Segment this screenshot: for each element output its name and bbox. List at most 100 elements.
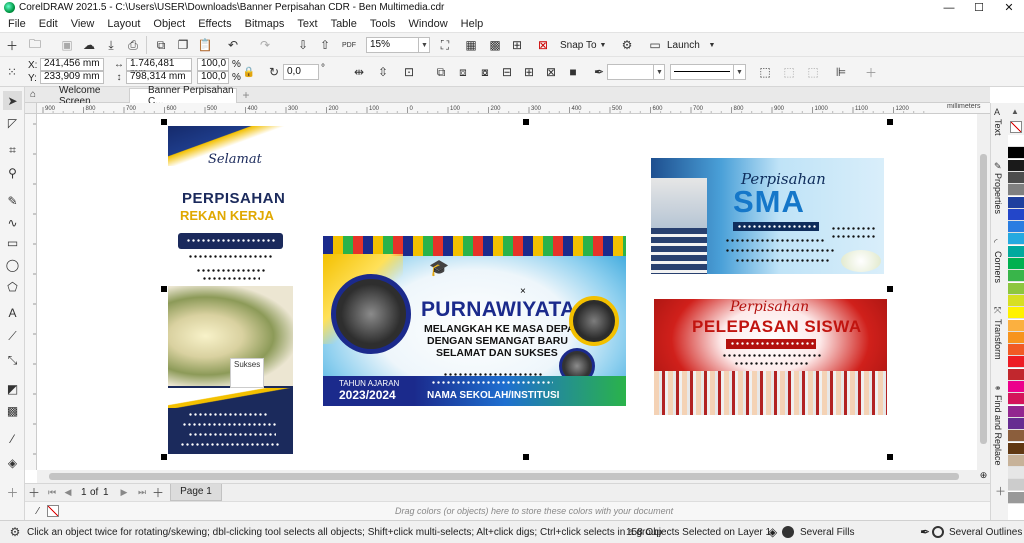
eyedropper-icon[interactable]: ⁄ xyxy=(31,503,45,519)
object-height-field[interactable]: 798,314 mm xyxy=(126,71,192,84)
fill-swatch[interactable] xyxy=(782,526,794,538)
interactive-fill-tool-icon[interactable]: ◈ xyxy=(3,453,22,472)
trim-icon[interactable]: ⧈ xyxy=(454,63,472,81)
menu-layout[interactable]: Layout xyxy=(101,18,147,30)
color-swatch[interactable] xyxy=(1008,147,1024,160)
undo-icon[interactable]: ↶ xyxy=(224,36,242,54)
copy-icon[interactable]: ❐ xyxy=(174,36,192,54)
frame-edit-icon[interactable]: ⬚ xyxy=(804,63,822,81)
scale-x-field[interactable]: 100,0 xyxy=(197,58,229,71)
color-swatch[interactable] xyxy=(1008,221,1024,234)
options-gear-icon[interactable]: ⚙ xyxy=(618,36,636,54)
selection-handle[interactable] xyxy=(161,286,167,292)
navigator-icon[interactable]: ⊕ xyxy=(977,470,990,483)
color-swatch[interactable] xyxy=(1008,245,1024,258)
eyedropper-tool-icon[interactable]: ⁄ xyxy=(3,429,22,448)
first-page-icon[interactable]: ⏮ xyxy=(45,484,59,500)
show-grid-icon[interactable]: ▩ xyxy=(486,36,504,54)
color-swatch[interactable] xyxy=(1008,393,1024,406)
print-icon[interactable]: ⎙ xyxy=(124,36,142,54)
import-icon[interactable]: ⇩ xyxy=(294,36,312,54)
docker-tab-transform[interactable]: Transform xyxy=(993,319,1003,360)
vertical-ruler[interactable] xyxy=(25,114,37,470)
menu-table[interactable]: Table xyxy=(325,18,364,30)
pick-tool-icon[interactable]: ➤ xyxy=(3,91,22,110)
align-distribute-icon[interactable]: ⊫ xyxy=(832,63,850,81)
parallel-dimension-tool-icon[interactable]: ⟋ xyxy=(3,327,22,346)
vertical-scrollbar[interactable] xyxy=(977,114,990,470)
color-swatch[interactable] xyxy=(1008,430,1024,443)
launch-icon[interactable]: ▭ xyxy=(646,36,664,54)
outline-pen-icon[interactable]: ✒ xyxy=(590,63,608,81)
connector-tool-icon[interactable]: ⤡ xyxy=(3,351,22,370)
ellipse-tool-icon[interactable]: ◯ xyxy=(3,255,22,274)
lock-ratio-icon[interactable]: 🔒 xyxy=(240,63,258,81)
color-swatch[interactable] xyxy=(1008,368,1024,381)
selection-handle[interactable] xyxy=(887,286,893,292)
banner-sma[interactable]: Perpisahan SMA xyxy=(651,158,884,274)
docker-tab-properties[interactable]: Properties xyxy=(993,173,1003,214)
text-tool-icon[interactable]: A xyxy=(3,303,22,322)
show-rulers-icon[interactable]: ▦ xyxy=(462,36,480,54)
menu-window[interactable]: Window xyxy=(403,18,455,30)
new-document-icon[interactable]: ＋ xyxy=(3,36,21,54)
minimize-button[interactable]: — xyxy=(934,0,964,15)
next-page-icon[interactable]: ▶ xyxy=(117,484,131,500)
scroll-thumb[interactable] xyxy=(49,473,959,480)
selection-handle[interactable] xyxy=(887,454,893,460)
home-icon[interactable]: ⌂ xyxy=(26,87,40,102)
snap-to-label[interactable]: Snap To xyxy=(560,40,597,51)
intersect-icon[interactable]: ⧇ xyxy=(476,63,494,81)
color-swatch[interactable] xyxy=(1008,184,1024,197)
object-width-field[interactable]: 1.746,481 mm xyxy=(126,58,192,79)
color-swatch[interactable] xyxy=(1008,381,1024,393)
color-swatch[interactable] xyxy=(1008,307,1024,320)
color-swatch[interactable] xyxy=(1008,159,1024,172)
menu-effects[interactable]: Effects xyxy=(192,18,238,30)
docker-tab-corners[interactable]: Corners xyxy=(993,251,1003,283)
no-fill-swatch[interactable] xyxy=(1010,121,1022,133)
chevron-down-icon[interactable]: ▼ xyxy=(733,64,745,80)
color-swatch[interactable] xyxy=(1008,356,1024,369)
docker-tab-text[interactable]: Text xyxy=(993,119,1003,136)
selection-handle[interactable] xyxy=(887,119,893,125)
color-swatch[interactable] xyxy=(1008,196,1024,209)
color-swatch[interactable] xyxy=(1008,233,1024,246)
cut-icon[interactable]: ⧉ xyxy=(152,36,170,54)
chevron-down-icon[interactable]: ▼ xyxy=(418,37,430,53)
close-button[interactable]: ✕ xyxy=(994,0,1024,15)
zoom-tool-icon[interactable]: ⚲ xyxy=(3,163,22,182)
tab-page-1[interactable]: Page 1 xyxy=(170,484,222,501)
chevron-down-icon[interactable]: ▼ xyxy=(594,36,612,54)
add-docker-icon[interactable]: ＋ xyxy=(995,483,1006,499)
powerclip-icon[interactable]: ⬚ xyxy=(756,63,774,81)
color-swatch[interactable] xyxy=(1008,344,1024,357)
color-swatch[interactable] xyxy=(1008,491,1024,504)
tab-document[interactable]: Banner Perpisahan C... xyxy=(129,85,237,107)
scroll-thumb[interactable] xyxy=(980,154,987,444)
menu-view[interactable]: View xyxy=(65,18,102,30)
selection-handle[interactable] xyxy=(161,119,167,125)
x-position-field[interactable]: 241,456 mm xyxy=(40,58,104,71)
color-swatch[interactable] xyxy=(1008,171,1024,184)
save-icon[interactable]: ▣ xyxy=(58,36,76,54)
freehand-tool-icon[interactable]: ✎ xyxy=(3,191,22,210)
create-boundary-icon[interactable]: ■ xyxy=(564,63,582,81)
docker-tab-find-replace[interactable]: Find and Replace xyxy=(993,395,1003,466)
banner-pelepasan-siswa[interactable]: Perpisahan PELEPASAN SISWA xyxy=(654,299,887,415)
color-swatch[interactable] xyxy=(1008,454,1024,467)
polygon-tool-icon[interactable]: ⬠ xyxy=(3,277,22,296)
color-swatch[interactable] xyxy=(1008,319,1024,332)
publish-pdf-icon[interactable]: PDF xyxy=(340,36,358,54)
color-swatch[interactable] xyxy=(1008,479,1024,492)
status-gear-icon[interactable]: ⚙ xyxy=(6,523,24,541)
y-position-field[interactable]: 233,909 mm xyxy=(40,71,104,84)
crop-tool-icon[interactable]: ⌗ xyxy=(3,141,22,160)
export-icon[interactable]: ⇧ xyxy=(316,36,334,54)
selection-handle[interactable] xyxy=(523,454,529,460)
color-swatch[interactable] xyxy=(1008,270,1024,283)
mirror-vertical-icon[interactable]: ⇳ xyxy=(374,63,392,81)
chevron-down-icon[interactable]: ▼ xyxy=(703,36,721,54)
horizontal-ruler[interactable]: 900 800 700 600 500 400 300 200 100 0 100 200 300 400… xyxy=(37,103,990,114)
scale-y-field[interactable]: 100,0 xyxy=(197,71,229,84)
